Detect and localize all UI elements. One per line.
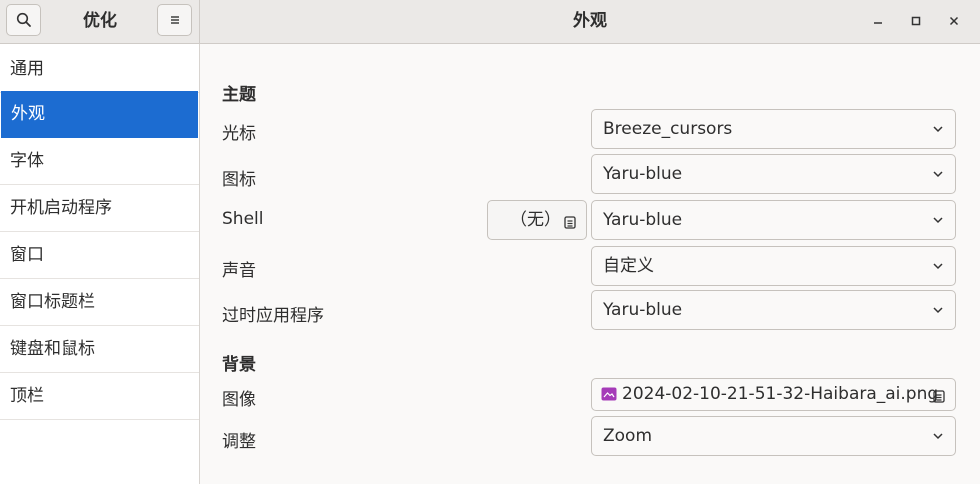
chevron-down-icon xyxy=(933,126,943,133)
background-adjustment-value: Zoom xyxy=(603,426,653,446)
cursor-theme-value: Breeze_cursors xyxy=(603,119,733,139)
sidebar: 通用 外观 字体 开机启动程序 窗口 窗口标题栏 键盘和鼠标 顶栏 xyxy=(0,44,200,484)
header-bar: 优化 外观 xyxy=(0,0,980,44)
chevron-down-icon xyxy=(933,217,943,224)
chevron-down-icon xyxy=(933,433,943,440)
icons-label: 图标 xyxy=(222,170,256,190)
sidebar-item-fonts[interactable]: 字体 xyxy=(0,138,199,185)
background-image-chooser[interactable]: 2024-02-10-21-51-32-Haibara_ai.png xyxy=(591,378,956,411)
minimize-button[interactable] xyxy=(863,6,893,36)
icon-theme-value: Yaru-blue xyxy=(603,164,683,184)
app-title: 优化 xyxy=(83,11,117,31)
shell-theme-dropdown[interactable]: Yaru-blue xyxy=(591,200,956,240)
hamburger-menu-icon xyxy=(170,16,179,24)
close-button[interactable] xyxy=(939,6,969,36)
close-icon xyxy=(949,16,959,26)
legacy-apps-theme-value: Yaru-blue xyxy=(603,300,683,320)
chevron-down-icon xyxy=(933,171,943,178)
sidebar-header: 优化 xyxy=(0,0,200,44)
maximize-button[interactable] xyxy=(901,6,931,36)
chevron-down-icon xyxy=(933,263,943,270)
document-open-icon xyxy=(564,216,576,229)
image-label: 图像 xyxy=(222,390,256,410)
theme-section-heading: 主题 xyxy=(222,85,256,105)
shell-label: Shell xyxy=(222,209,264,229)
cursor-theme-dropdown[interactable]: Breeze_cursors xyxy=(591,109,956,149)
appearance-panel: 主题 光标 Breeze_cursors 图标 Yaru-blue Shell … xyxy=(200,44,980,484)
background-image-filename: 2024-02-10-21-51-32-Haibara_ai.png xyxy=(622,384,939,404)
sidebar-item-windows[interactable]: 窗口 xyxy=(0,232,199,279)
search-icon xyxy=(16,12,31,27)
maximize-icon xyxy=(911,16,921,26)
sound-label: 声音 xyxy=(222,261,256,281)
sidebar-item-startup-apps[interactable]: 开机启动程序 xyxy=(0,185,199,232)
legacy-apps-theme-dropdown[interactable]: Yaru-blue xyxy=(591,290,956,330)
adjustment-label: 调整 xyxy=(222,432,256,452)
background-adjustment-dropdown[interactable]: Zoom xyxy=(591,416,956,456)
shell-none-button[interactable]: （无） xyxy=(487,200,587,240)
menu-button[interactable] xyxy=(157,4,192,36)
sound-theme-value: 自定义 xyxy=(603,256,654,276)
cursor-label: 光标 xyxy=(222,124,256,144)
icon-theme-dropdown[interactable]: Yaru-blue xyxy=(591,154,956,194)
sidebar-item-keyboard-mouse[interactable]: 键盘和鼠标 xyxy=(0,326,199,373)
document-open-icon xyxy=(933,390,945,403)
minimize-icon xyxy=(874,22,882,24)
sidebar-item-appearance[interactable]: 外观 xyxy=(1,91,198,138)
sound-theme-dropdown[interactable]: 自定义 xyxy=(591,246,956,286)
image-file-icon xyxy=(601,387,617,401)
shell-theme-value: Yaru-blue xyxy=(603,210,683,230)
chevron-down-icon xyxy=(933,307,943,314)
sidebar-item-top-bar[interactable]: 顶栏 xyxy=(0,373,199,420)
sidebar-item-window-titlebars[interactable]: 窗口标题栏 xyxy=(0,279,199,326)
background-section-heading: 背景 xyxy=(222,355,256,375)
shell-none-label: （无） xyxy=(510,210,561,230)
sidebar-item-general[interactable]: 通用 xyxy=(0,46,199,93)
search-button[interactable] xyxy=(6,4,41,36)
legacy-apps-label: 过时应用程序 xyxy=(222,306,324,326)
